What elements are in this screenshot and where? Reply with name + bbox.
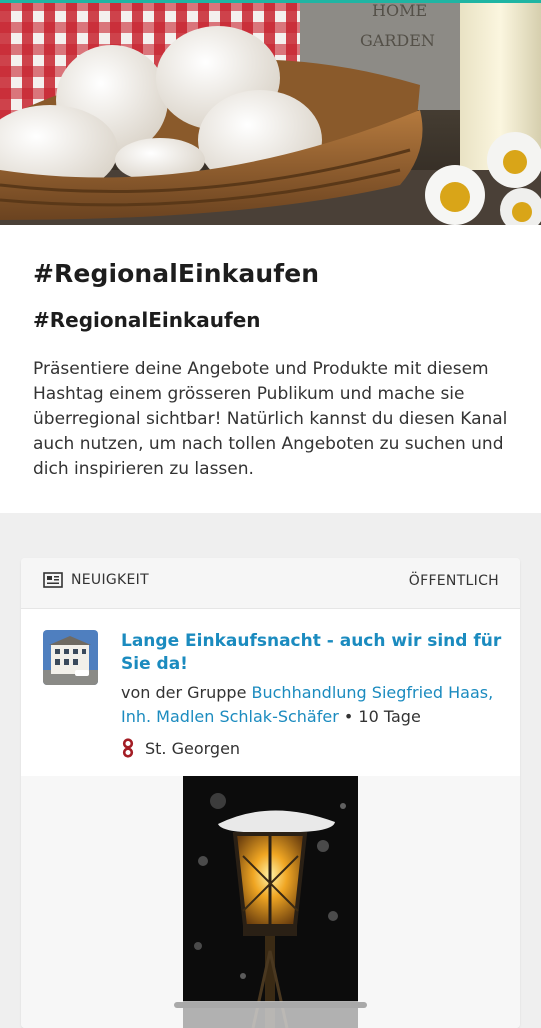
group-avatar[interactable] [43, 630, 98, 685]
post-card-header: NEUIGKEIT ÖFFENTLICH [21, 558, 520, 609]
top-accent-bar [0, 0, 541, 3]
byline-prefix: von der Gruppe [121, 683, 252, 702]
byline-separator: • [338, 707, 359, 726]
visibility-label: ÖFFENTLICH [408, 573, 499, 589]
post-title-link[interactable]: Lange Einkaufsnacht - auch wir sind für … [121, 630, 506, 676]
newspaper-icon [43, 572, 63, 588]
post-age: 10 Tage [358, 707, 421, 726]
hashtag-subtitle: #RegionalEinkaufen [33, 308, 261, 332]
hero-image: HOME GARDEN [0, 0, 541, 225]
location-label: St. Georgen [145, 738, 241, 758]
hashtag-description: Präsentiere deine Angebote und Produkte … [33, 359, 508, 479]
home-indicator[interactable] [174, 1002, 367, 1008]
post-location[interactable]: St. Georgen [121, 738, 240, 758]
svg-text:GARDEN: GARDEN [360, 31, 435, 50]
page-title: #RegionalEinkaufen [33, 259, 320, 288]
location-pin-icon [122, 738, 134, 758]
post-type-label: NEUIGKEIT [71, 572, 149, 588]
post-media-area [21, 776, 520, 1028]
svg-text:HOME: HOME [372, 1, 427, 20]
lantern-image[interactable] [183, 776, 358, 1028]
hashtag-intro-section: #RegionalEinkaufen #RegionalEinkaufen Pr… [0, 225, 541, 513]
news-post-card[interactable]: NEUIGKEIT ÖFFENTLICH Lange Einkaufsnacht… [21, 558, 520, 1028]
post-byline: von der Gruppe Buchhandlung Siegfried Ha… [121, 681, 506, 729]
